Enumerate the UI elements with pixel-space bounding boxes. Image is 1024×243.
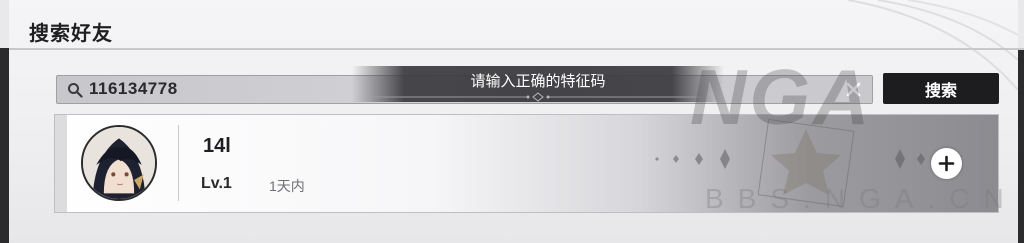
toast-ornament bbox=[372, 92, 704, 102]
left-edge bbox=[0, 48, 9, 243]
friend-last-online: 1天内 bbox=[269, 178, 305, 194]
close-icon[interactable] bbox=[845, 81, 862, 98]
page-title: 搜索好友 bbox=[29, 23, 113, 45]
friend-result-card[interactable]: 14l Lv.1 1天内 bbox=[54, 114, 999, 213]
friend-name: 14l bbox=[203, 135, 231, 157]
friend-level: Lv.1 bbox=[201, 175, 232, 192]
card-accent-stripe bbox=[55, 115, 67, 212]
plus-icon bbox=[938, 155, 955, 172]
right-edge bbox=[1018, 48, 1024, 243]
toast-text: 请输入正确的特征码 bbox=[470, 73, 606, 90]
add-friend-button[interactable] bbox=[931, 148, 962, 179]
card-divider bbox=[178, 125, 179, 201]
character-portrait bbox=[83, 127, 155, 199]
toast-message: 请输入正确的特征码 bbox=[352, 66, 724, 102]
search-button[interactable]: 搜索 bbox=[883, 73, 999, 104]
avatar bbox=[81, 125, 157, 201]
header-divider bbox=[9, 48, 1024, 50]
search-icon bbox=[68, 83, 83, 98]
search-value: 116134778 bbox=[89, 79, 178, 98]
